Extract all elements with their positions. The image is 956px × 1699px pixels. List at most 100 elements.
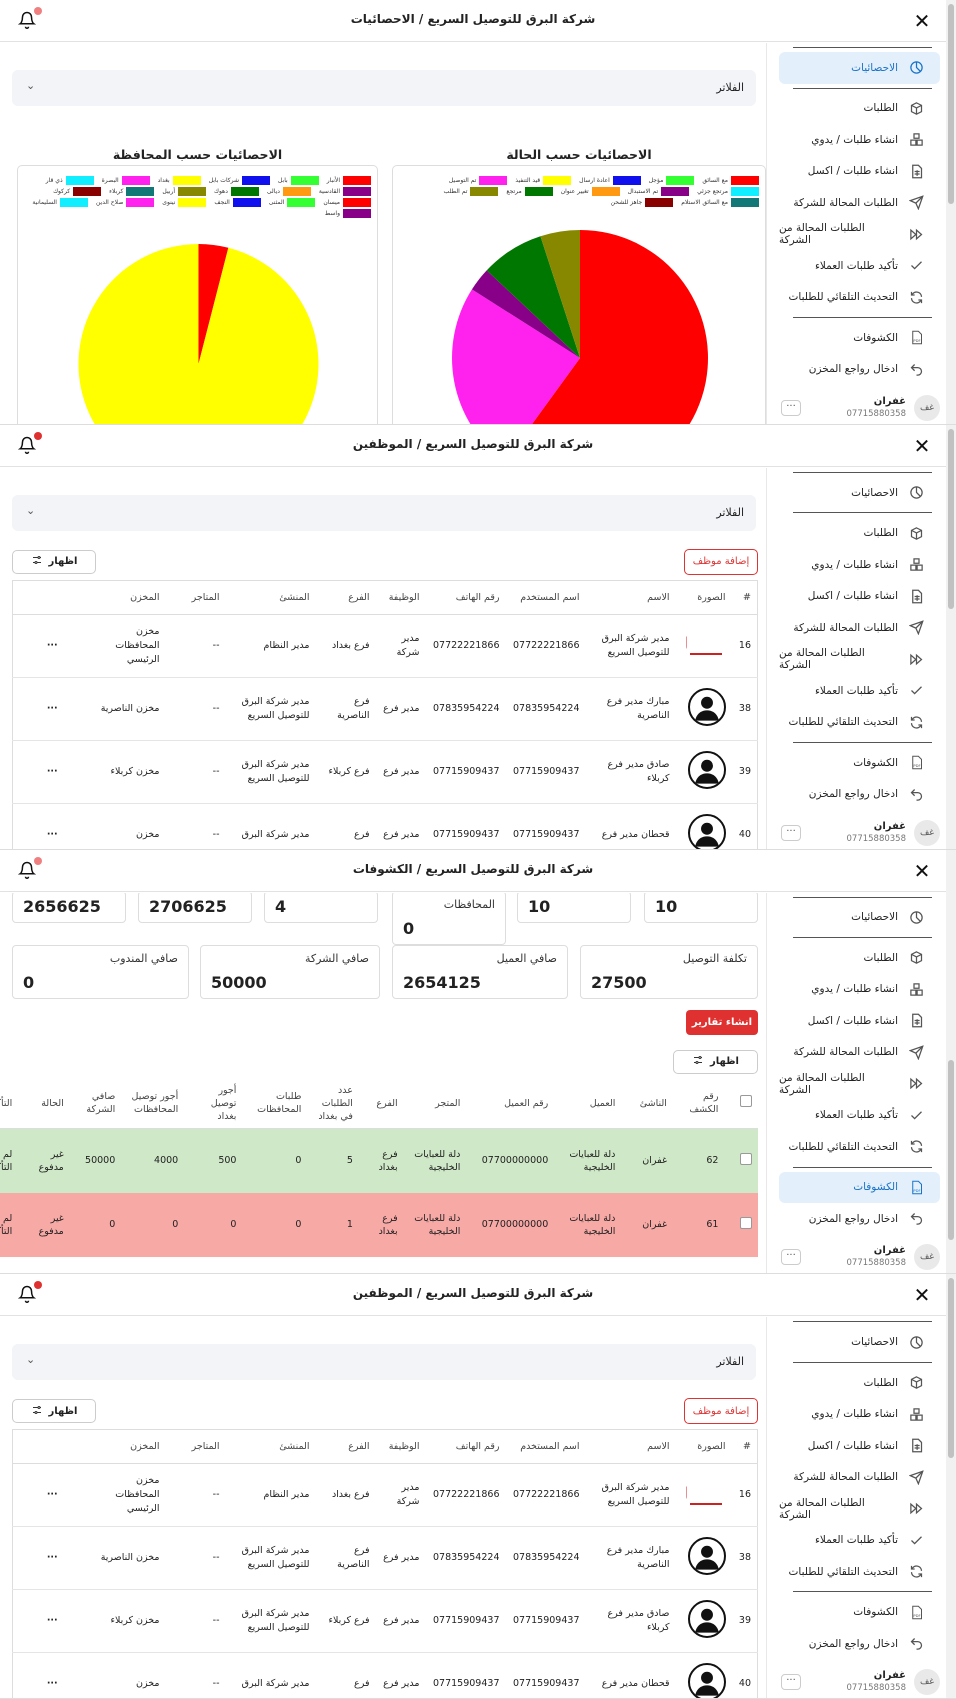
sidebar-item-boxes[interactable]: انشاء طلبات / يدوي (779, 974, 940, 1006)
add-employee-button[interactable]: إضافة موظف (684, 548, 758, 575)
scrollbar-thumb[interactable] (948, 428, 954, 609)
sidebar-item-pie-chart[interactable]: الاحصائيات (779, 52, 940, 84)
row-checkbox-cell[interactable] (724, 1128, 758, 1193)
scrollbar-thumb[interactable] (948, 4, 954, 204)
column-header[interactable]: الناشئ (621, 1078, 673, 1129)
column-header[interactable]: الفرع (315, 580, 376, 615)
sidebar-item-fast-forward[interactable]: الطلبات المحالة من الشركة (779, 643, 940, 675)
sidebar-item-check[interactable]: تأكيد طلبات العملاء (779, 675, 940, 707)
column-header[interactable]: اسم المستخدم (505, 1429, 586, 1465)
column-header[interactable]: رقم الهاتف (425, 580, 506, 615)
column-header[interactable]: الفرع (358, 1078, 404, 1129)
more-options-button[interactable]: ··· (781, 399, 801, 416)
column-header[interactable]: التأكيد (0, 1078, 19, 1129)
sidebar-item-pdf[interactable]: الكشوفات PDF (779, 1596, 940, 1628)
sidebar-item-send[interactable]: الطلبات المحالة للشركة (779, 187, 940, 219)
chevron-down-icon[interactable]: ⌄ (26, 79, 35, 92)
sidebar-item-spreadsheet[interactable]: انشاء طلبات / اكسل (779, 580, 940, 612)
sidebar-item-package[interactable]: الطلبات (779, 93, 940, 125)
table-row[interactable]: 61 غفران دلة للعبايات الخليجية 07700000000 د… (0, 1192, 758, 1257)
table-row[interactable]: 40 قحطان مدير فرع 07715909437 07715909437 مد… (12, 803, 758, 849)
column-header[interactable]: الاسم (585, 580, 676, 615)
column-header[interactable]: الفرع (315, 1429, 376, 1465)
sidebar-item-refresh[interactable]: التحديث التلقائي للطلبات (779, 1131, 940, 1163)
sidebar-item-pdf[interactable]: الكشوفات PDF (779, 747, 940, 779)
column-header[interactable]: الصورة (675, 1429, 732, 1465)
column-header[interactable]: أجور توصيل بغداد (184, 1078, 243, 1129)
sidebar-item-package[interactable]: الطلبات (779, 1367, 940, 1399)
sidebar-item-spreadsheet[interactable]: انشاء طلبات / اكسل (779, 1005, 940, 1037)
sidebar-item-boxes[interactable]: انشاء طلبات / يدوي (779, 1398, 940, 1430)
user-profile[interactable]: ··· غفران 07715880358 غف (767, 1241, 946, 1273)
filters-panel[interactable]: الفلاتر ⌄ (12, 70, 756, 106)
sidebar-item-pie-chart[interactable]: الاحصائيات (779, 902, 940, 934)
column-header[interactable]: أجور توصيل المحافظات (121, 1078, 185, 1129)
sidebar-item-fast-forward[interactable]: الطلبات المحالة من الشركة (779, 1068, 940, 1100)
column-header[interactable]: طلبات المحافظات (242, 1078, 308, 1129)
column-header[interactable] (724, 1078, 758, 1129)
sidebar-item-refresh[interactable]: التحديث التلقائي للطلبات (779, 706, 940, 738)
sidebar-item-spreadsheet[interactable]: انشاء طلبات / اكسل (779, 1430, 940, 1462)
sidebar-item-pdf[interactable]: الكشوفات PDF (779, 1171, 940, 1203)
row-checkbox[interactable] (740, 1216, 752, 1229)
column-header[interactable]: الحالة (18, 1078, 70, 1129)
column-header[interactable]: العميل (554, 1078, 622, 1129)
column-header[interactable]: رقم الهاتف (425, 1429, 506, 1465)
chevron-down-icon[interactable]: ⌄ (26, 504, 35, 517)
row-actions-button[interactable]: ··· (12, 1526, 92, 1591)
show-columns-button[interactable]: اظهار (12, 1399, 96, 1424)
sidebar-item-check[interactable]: تأكيد طلبات العملاء (779, 1100, 940, 1132)
table-row[interactable]: 39 صادق مدير فرع كربلاء 07715909437 0771590… (12, 1589, 758, 1654)
show-columns-button[interactable]: اظهار (673, 1049, 758, 1074)
table-row[interactable]: 16لبومدير شركة البرق للتوصيل السريع07722… (12, 1463, 758, 1528)
pie-slice-1[interactable] (78, 244, 319, 424)
sidebar-item-send[interactable]: الطلبات المحالة للشركة (779, 612, 940, 644)
sidebar-item-fast-forward[interactable]: الطلبات المحالة من الشركة (779, 219, 940, 251)
scrollbar[interactable] (946, 1274, 956, 1698)
sidebar-item-undo[interactable]: ادخال رواجع المخزن (779, 1203, 940, 1235)
user-profile[interactable]: ··· غفران 07715880358 غف (767, 817, 946, 849)
row-actions-button[interactable]: ··· (12, 677, 92, 741)
column-header[interactable]: عدد الطلبات في بغداد (307, 1078, 359, 1129)
scrollbar[interactable] (946, 0, 956, 424)
sidebar-item-pdf[interactable]: الكشوفات PDF (779, 322, 940, 354)
sidebar-item-package[interactable]: الطلبات (779, 942, 940, 974)
chevron-down-icon[interactable]: ⌄ (26, 1353, 35, 1366)
scrollbar[interactable] (946, 849, 956, 1274)
row-checkbox-cell[interactable] (724, 1192, 758, 1257)
scrollbar[interactable] (946, 424, 956, 849)
row-actions-button[interactable]: ··· (12, 1463, 92, 1528)
column-header[interactable]: الوظيفة (375, 1429, 426, 1465)
sidebar-item-undo[interactable]: ادخال رواجع المخزن (779, 778, 940, 810)
column-header[interactable]: اسم المستخدم (505, 580, 586, 615)
column-header[interactable]: رقم العميل (466, 1078, 555, 1129)
more-options-button[interactable]: ··· (781, 1249, 801, 1266)
more-options-button[interactable]: ··· (781, 1674, 801, 1690)
table-row[interactable]: 40 قحطان مدير فرع 07715909437 07715909437 مد… (12, 1652, 758, 1698)
add-employee-button[interactable]: إضافة موظف (684, 1398, 758, 1425)
column-header[interactable]: # (731, 580, 758, 615)
bell-icon[interactable] (17, 856, 42, 879)
sidebar-item-package[interactable]: الطلبات (779, 517, 940, 549)
sidebar-item-send[interactable]: الطلبات المحالة للشركة (779, 1461, 940, 1493)
column-header[interactable]: المتجر (403, 1078, 467, 1129)
sidebar-item-refresh[interactable]: التحديث التلقائي للطلبات (779, 282, 940, 314)
sidebar-item-spreadsheet[interactable]: انشاء طلبات / اكسل (779, 156, 940, 188)
sidebar-item-refresh[interactable]: التحديث التلقائي للطلبات (779, 1556, 940, 1588)
column-header[interactable]: المخزن (91, 580, 166, 615)
bell-icon[interactable] (17, 1281, 42, 1304)
filters-panel[interactable]: الفلاتر ⌄ (12, 1344, 756, 1381)
sidebar-item-boxes[interactable]: انشاء طلبات / يدوي (779, 549, 940, 581)
sidebar-item-send[interactable]: الطلبات المحالة للشركة (779, 1037, 940, 1069)
sidebar-item-boxes[interactable]: انشاء طلبات / يدوي (779, 124, 940, 156)
table-row[interactable]: 39 صادق مدير فرع كربلاء 07715909437 0771590… (12, 740, 758, 804)
row-checkbox[interactable] (740, 1152, 752, 1165)
sidebar-item-pie-chart[interactable]: الاحصائيات (779, 477, 940, 509)
sidebar-item-check[interactable]: تأكيد طلبات العملاء (779, 250, 940, 282)
sidebar-item-check[interactable]: تأكيد طلبات العملاء (779, 1524, 940, 1556)
row-actions-button[interactable]: ··· (12, 1589, 92, 1654)
column-header[interactable]: المنشئ (225, 580, 316, 615)
column-header[interactable]: رقم الكشف (672, 1078, 725, 1129)
column-header[interactable]: الصورة (675, 580, 732, 615)
sidebar-item-undo[interactable]: ادخال رواجع المخزن (779, 354, 940, 386)
